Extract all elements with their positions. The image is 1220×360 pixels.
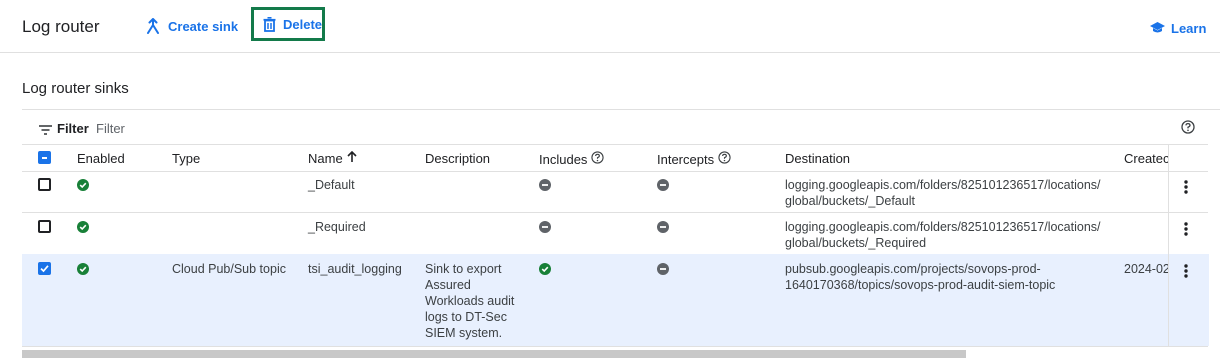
header-name[interactable]: Name <box>308 150 357 166</box>
check-circle-icon <box>77 179 89 194</box>
toolbar: Log router Create sink Delete Learn <box>0 0 1220 53</box>
header-destination[interactable]: Destination <box>785 151 850 166</box>
minus-circle-icon <box>539 179 551 194</box>
description-cell: Sink to export Assured Workloads audit logs… <box>425 261 530 341</box>
help-icon[interactable] <box>1181 120 1195 139</box>
row-checkbox[interactable] <box>38 178 51 191</box>
type-cell: Cloud Pub/Sub topic <box>172 262 286 276</box>
header-type[interactable]: Type <box>172 151 200 166</box>
filter-icon[interactable] <box>39 122 52 140</box>
section-title: Log router sinks <box>22 80 129 97</box>
minus-circle-icon <box>657 179 669 194</box>
cell-line: logs to DT-Sec <box>425 310 507 324</box>
row-checkbox[interactable] <box>38 262 51 275</box>
cell-line: SIEM system. <box>425 326 503 340</box>
header-description[interactable]: Description <box>425 151 490 166</box>
minus-circle-icon <box>657 221 669 236</box>
row-checkbox-cell <box>38 262 51 275</box>
header-intercepts-label: Intercepts <box>657 151 715 167</box>
row-checkbox-cell <box>38 220 51 233</box>
cell-line: 1640170368/topics/sovops-prod-audit-siem… <box>785 278 1056 292</box>
cell-line: logging.googleapis.com/folders/825101236… <box>785 178 1101 192</box>
row-checkbox-cell <box>38 178 51 191</box>
delete-label: Delete <box>283 16 323 32</box>
includes-cell <box>539 221 551 237</box>
table-row[interactable]: _Default logging.googleapis.com/folders/8… <box>22 170 1208 213</box>
cell-line: Sink to export <box>425 262 502 276</box>
header-actions-column <box>1168 145 1209 171</box>
more-vert-icon[interactable] <box>1184 264 1188 281</box>
help-icon[interactable] <box>718 151 731 167</box>
filter-input[interactable] <box>96 118 396 138</box>
minus-circle-icon <box>657 263 669 278</box>
header-created[interactable]: Createc <box>1124 151 1168 166</box>
name-cell: _Required <box>308 220 366 234</box>
intercepts-cell <box>657 263 669 279</box>
created-cell: 2024-02 <box>1124 262 1168 276</box>
check-icon <box>40 265 49 273</box>
create-sink-label: Create sink <box>168 18 239 34</box>
delete-button[interactable]: Delete <box>251 7 325 41</box>
arrow-up-icon <box>347 150 357 166</box>
cell-line: pubsub.googleapis.com/projects/sovops-pr… <box>785 262 1041 276</box>
row-actions-column <box>1168 212 1209 254</box>
cell-line: Assured <box>425 278 471 292</box>
cell-line: logging.googleapis.com/folders/825101236… <box>785 220 1101 234</box>
enabled-cell <box>77 179 89 195</box>
cell-line: global/buckets/_Default <box>785 194 915 208</box>
enabled-cell <box>77 263 89 279</box>
cell-line: global/buckets/_Required <box>785 236 927 250</box>
row-actions-column <box>1168 254 1209 346</box>
destination-cell: logging.googleapis.com/folders/825101236… <box>785 219 1120 251</box>
more-vert-icon[interactable] <box>1184 222 1188 239</box>
trash-icon <box>263 16 276 32</box>
enabled-cell <box>77 221 89 237</box>
check-circle-icon <box>77 263 89 278</box>
create-sink-button[interactable]: Create sink <box>146 12 238 40</box>
learn-label: Learn <box>1171 20 1207 36</box>
table-header: Enabled Type Name Description Includes I… <box>22 144 1209 172</box>
filter-bar: Filter <box>22 109 1220 145</box>
destination-cell: logging.googleapis.com/folders/825101236… <box>785 177 1120 209</box>
select-all-checkbox[interactable] <box>38 151 51 164</box>
page-title: Log router <box>22 17 100 36</box>
log-router-page: Log router Create sink Delete Learn Log … <box>0 0 1220 360</box>
header-intercepts[interactable]: Intercepts <box>657 151 731 167</box>
header-includes[interactable]: Includes <box>539 151 605 167</box>
table-row[interactable]: Cloud Pub/Sub topic tsi_audit_logging Sink… <box>22 254 1209 347</box>
destination-cell: pubsub.googleapis.com/projects/sovops-pr… <box>785 261 1120 293</box>
intercepts-cell <box>657 179 669 195</box>
school-icon <box>1150 22 1165 34</box>
includes-cell <box>539 263 551 279</box>
name-cell: tsi_audit_logging <box>308 262 402 276</box>
row-actions-column <box>1168 170 1209 212</box>
header-name-label: Name <box>308 151 343 166</box>
table-row[interactable]: _Required logging.googleapis.com/folders/… <box>22 212 1208 255</box>
merge-arrow-icon <box>146 18 160 34</box>
intercepts-cell <box>657 221 669 237</box>
more-vert-icon[interactable] <box>1184 180 1188 197</box>
check-circle-icon <box>539 263 551 278</box>
help-icon[interactable] <box>591 151 605 167</box>
cell-line: Workloads audit <box>425 294 515 308</box>
filter-label: Filter <box>57 121 89 136</box>
row-checkbox[interactable] <box>38 220 51 233</box>
check-circle-icon <box>77 221 89 236</box>
learn-button[interactable]: Learn <box>1150 14 1206 42</box>
header-enabled[interactable]: Enabled <box>77 151 125 166</box>
horizontal-scrollbar[interactable] <box>22 350 966 358</box>
header-includes-label: Includes <box>539 151 588 167</box>
checkbox[interactable] <box>38 151 51 164</box>
minus-circle-icon <box>539 221 551 236</box>
includes-cell <box>539 179 551 195</box>
name-cell: _Default <box>308 178 355 192</box>
